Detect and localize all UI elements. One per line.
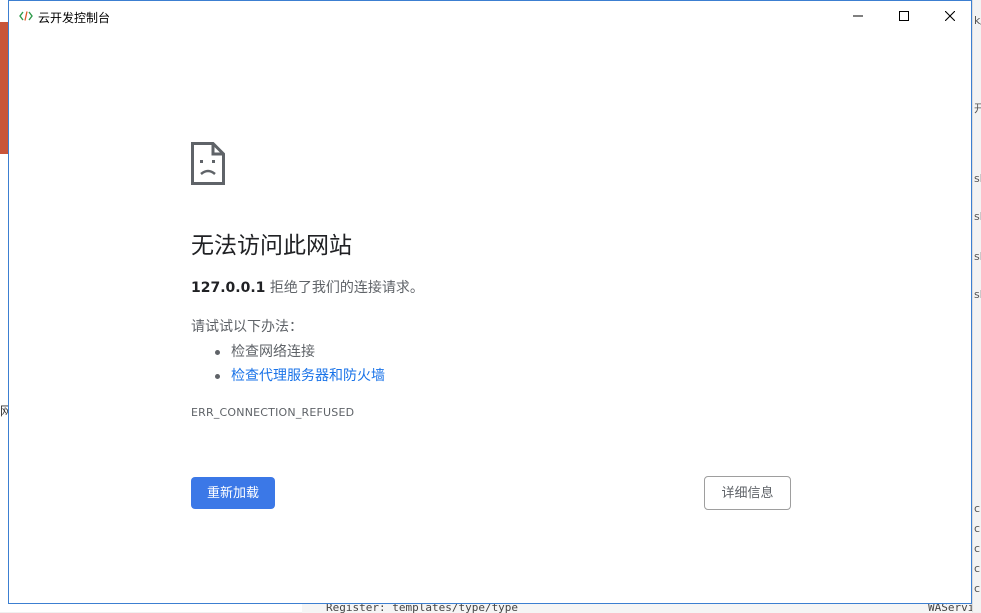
app-window: 云开发控制台 无法访问此网站 127.0.0.1 拒绝了我们的连接请求。 请试试… [8,0,972,604]
code-brackets-icon [19,10,33,22]
background-left-panel [0,22,8,154]
background-right-row: c [974,522,981,535]
suggestion-check-network: 检查网络连接 [231,344,315,360]
suggestion-item: 检查代理服务器和防火墙 [191,364,385,388]
suggestions-list: 检查网络连接 检查代理服务器和防火墙 [191,340,385,388]
title-bar[interactable]: 云开发控制台 [9,1,971,31]
background-right-panel: k/ 开 sh sh sh sh c c c c c [972,0,981,612]
maximize-button[interactable] [881,1,927,31]
minimize-button[interactable] [835,1,881,31]
minimize-icon [853,15,863,17]
background-right-row: k/ [974,14,981,27]
error-description-text: 拒绝了我们的连接请求。 [265,280,424,296]
window-title: 云开发控制台 [38,11,111,25]
background-right-row: c [974,562,981,575]
reload-button[interactable]: 重新加载 [191,477,275,509]
sad-document-icon [191,142,225,185]
background-right-row: sh [974,288,981,301]
details-button[interactable]: 详细信息 [704,476,791,510]
background-right-row: sh [974,210,981,223]
background-right-row: sh [974,250,981,263]
background-right-row: c [974,582,981,595]
error-description: 127.0.0.1 拒绝了我们的连接请求。 [191,278,424,298]
error-host: 127.0.0.1 [191,280,266,296]
error-page: 无法访问此网站 127.0.0.1 拒绝了我们的连接请求。 请试试以下办法： 检… [9,31,971,603]
suggestion-check-proxy-link[interactable]: 检查代理服务器和防火墙 [231,368,385,384]
background-right-row: c [974,502,981,515]
suggestion-item: 检查网络连接 [191,340,385,364]
close-icon [945,11,955,21]
maximize-icon [899,11,909,21]
error-code: ERR_CONNECTION_REFUSED [191,406,355,419]
suggestions-heading: 请试试以下办法： [191,319,303,335]
background-right-row: sh [974,172,981,185]
close-button[interactable] [927,1,973,31]
background-right-row: c [974,542,981,555]
background-right-row: 开 [974,100,981,116]
error-title: 无法访问此网站 [191,233,352,259]
